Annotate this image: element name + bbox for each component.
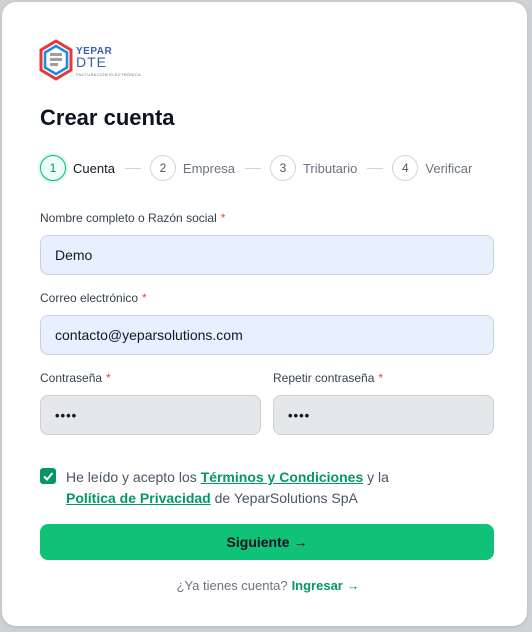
step-connector [244, 167, 261, 169]
step-label: Empresa [182, 160, 235, 176]
privacy-link[interactable]: Política de Privacidad [66, 490, 211, 506]
terms-prefix: He leído y acepto los [66, 469, 197, 485]
hexagon-logo-icon [39, 39, 73, 81]
required-mark: * [220, 211, 226, 225]
page-title: Crear cuenta [40, 105, 175, 130]
step-tributario: 3 Tributario [269, 155, 358, 181]
terms-link[interactable]: Términos y Condiciones [201, 469, 364, 485]
repeat-password-label-text: Repetir contraseña [273, 371, 375, 385]
email-label-text: Correo electrónico [40, 291, 139, 305]
step-number: 4 [392, 155, 419, 181]
step-number: 2 [149, 155, 176, 181]
required-mark: * [106, 371, 111, 385]
login-link[interactable]: Ingresar → [292, 578, 360, 593]
terms-text: He leído y acepto los Términos y Condici… [66, 467, 486, 509]
step-label: Tributario [302, 160, 358, 176]
checkmark-icon [43, 472, 54, 481]
logo-brand-sub: FACTURACIÓN ELECTRÓNICA [76, 72, 142, 77]
step-label: Cuenta [73, 160, 115, 176]
repeat-password-input[interactable]: •••• [273, 395, 494, 435]
step-empresa: 2 Empresa [149, 155, 235, 181]
name-label: Nombre completo o Razón social * [40, 211, 225, 225]
name-input[interactable]: Demo [40, 235, 494, 275]
step-connector [367, 167, 384, 169]
step-label: Verificar [425, 160, 473, 176]
step-number: 3 [269, 155, 296, 181]
terms-checkbox[interactable] [40, 468, 56, 484]
yepar-dte-logo: YEPAR DTE FACTURACIÓN ELECTRÓNICA [38, 38, 142, 88]
password-input[interactable]: •••• [40, 395, 261, 435]
signup-card: YEPAR DTE FACTURACIÓN ELECTRÓNICA Crear … [2, 2, 527, 626]
terms-suffix: de YeparSolutions SpA [214, 490, 358, 506]
email-label: Correo electrónico * [40, 291, 147, 305]
stepper: 1 Cuenta 2 Empresa 3 Tributario 4 Verifi… [40, 154, 472, 182]
step-number: 1 [40, 155, 66, 181]
password-label-text: Contraseña [40, 371, 103, 385]
required-mark: * [378, 371, 384, 385]
login-question: ¿Ya tienes cuenta? [176, 578, 288, 593]
name-label-text: Nombre completo o Razón social [40, 211, 217, 225]
email-input[interactable]: contacto@yeparsolutions.com [40, 315, 494, 355]
next-button[interactable]: Siguiente → [40, 524, 494, 560]
password-label: Contraseña * [40, 371, 111, 385]
step-connector [124, 167, 141, 169]
step-verificar: 4 Verificar [392, 155, 472, 181]
repeat-password-label: Repetir contraseña * [273, 371, 383, 385]
login-prompt: ¿Ya tienes cuenta? Ingresar → [2, 578, 532, 593]
step-cuenta: 1 Cuenta [40, 155, 115, 181]
required-mark: * [142, 291, 147, 305]
logo-brand-main: DTE [76, 54, 107, 70]
terms-middle: y la [367, 469, 389, 485]
